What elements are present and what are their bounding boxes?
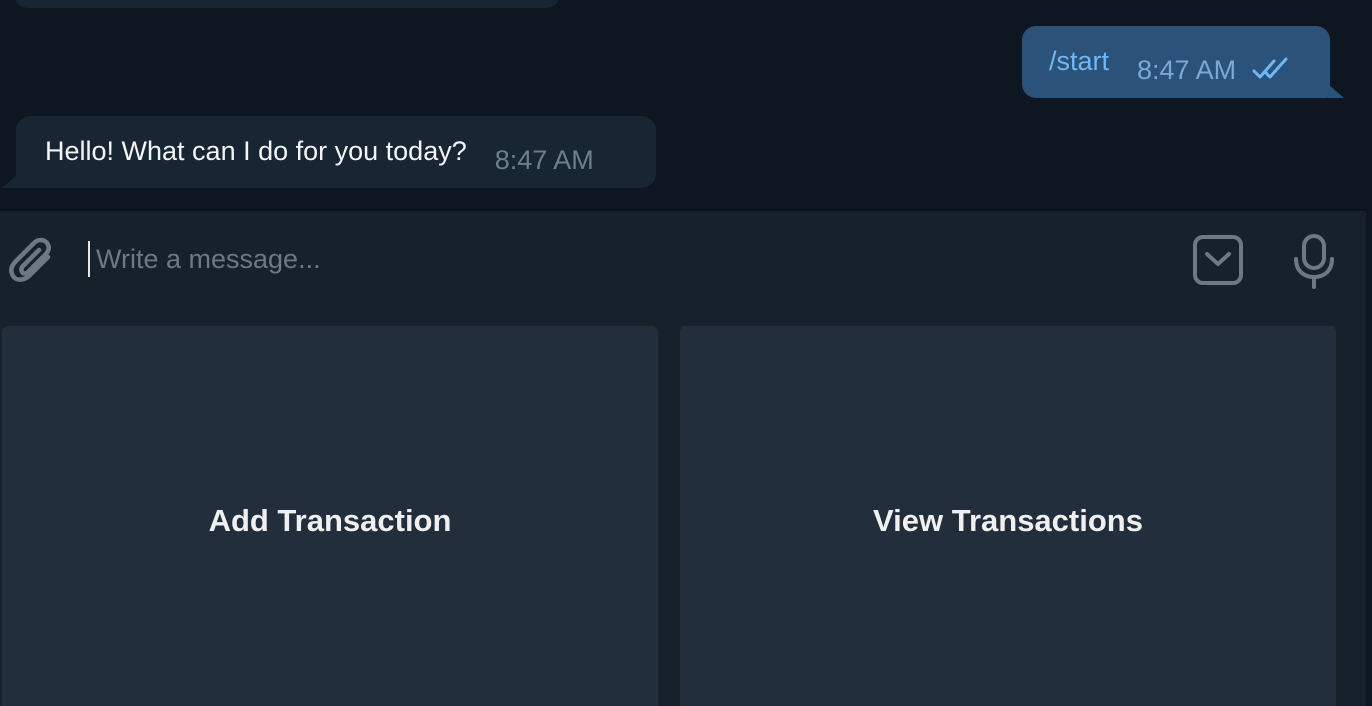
- microphone-icon[interactable]: [1290, 233, 1338, 291]
- add-transaction-button[interactable]: Add Transaction: [2, 326, 658, 706]
- scrollbar-track[interactable]: [1366, 0, 1372, 706]
- message-composer: [0, 211, 1366, 315]
- message-time: 8:47 AM: [494, 144, 594, 175]
- previous-message-bubble: [14, 0, 560, 8]
- outgoing-message[interactable]: /start 8:47 AM: [1022, 26, 1344, 98]
- text-cursor: [88, 241, 90, 277]
- paperclip-icon[interactable]: [8, 235, 58, 291]
- message-text[interactable]: Hello! What can I do for you today?: [45, 136, 467, 167]
- view-transactions-button[interactable]: View Transactions: [680, 326, 1336, 706]
- button-label: Add Transaction: [208, 503, 452, 538]
- incoming-message[interactable]: Hello! What can I do for you today? 8:47…: [2, 116, 656, 188]
- bot-reply-keyboard: Add Transaction View Transactions: [0, 315, 1366, 706]
- button-label: View Transactions: [873, 503, 1143, 538]
- message-time: 8:47 AM: [1137, 54, 1237, 85]
- keyboard-toggle-icon[interactable]: [1192, 234, 1244, 286]
- message-text[interactable]: /start: [1049, 46, 1109, 77]
- message-input-wrapper: [88, 239, 1168, 279]
- read-double-check-icon: [1252, 57, 1288, 79]
- message-list[interactable]: /start 8:47 AM Hello! What can I do for …: [0, 0, 1366, 209]
- message-input[interactable]: [88, 239, 1168, 279]
- telegram-chat-window: /start 8:47 AM Hello! What can I do for …: [0, 0, 1372, 706]
